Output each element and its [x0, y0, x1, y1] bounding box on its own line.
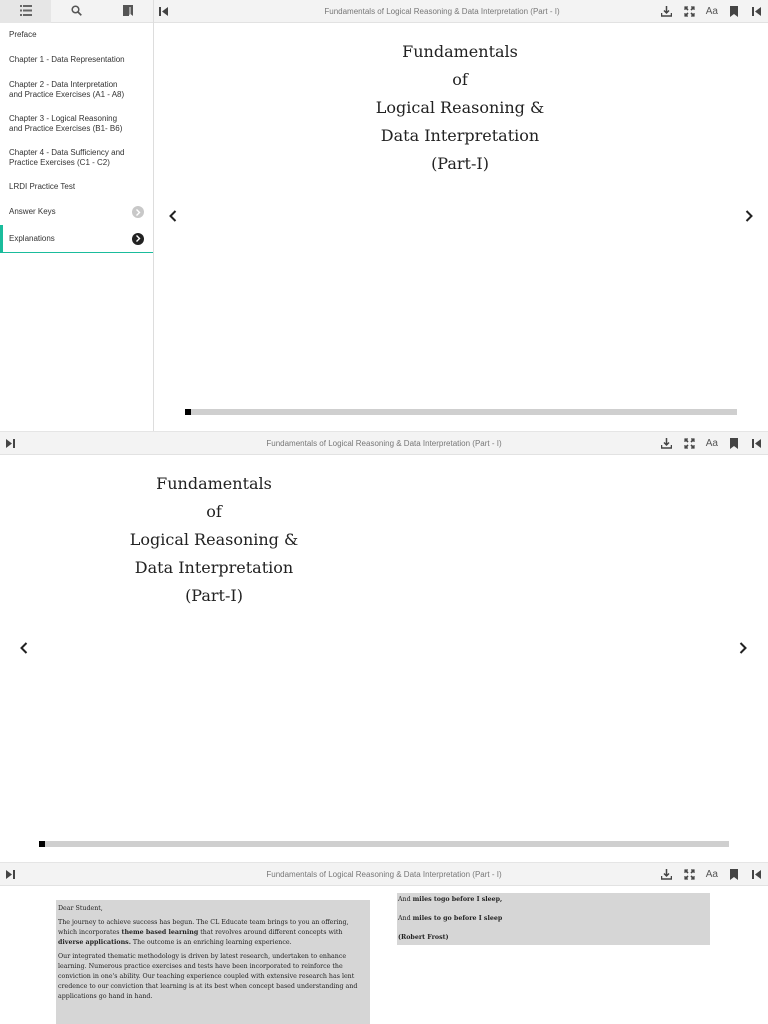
- toc-item-chapter-2[interactable]: Chapter 2 - Data Interpretation and Prac…: [0, 72, 153, 107]
- bookmark-icon: [122, 3, 133, 21]
- reader-view-preface: Fundamentals of Logical Reasoning & Data…: [0, 862, 768, 1024]
- reading-progress-bar[interactable]: [185, 409, 737, 415]
- download-icon[interactable]: [660, 5, 674, 19]
- toc-item-chapter-1[interactable]: Chapter 1 - Data Representation: [0, 47, 153, 72]
- letter-paragraph-2: Our integrated thematic methodology is d…: [58, 953, 358, 1000]
- chevron-left-icon: [20, 642, 28, 654]
- book-title: Fundamentals of Logical Reasoning & Data…: [324, 7, 560, 16]
- toc-item-label: Preface: [9, 30, 37, 39]
- sidebar-tabs: [0, 0, 153, 23]
- toolbar-actions: Aa: [660, 863, 764, 886]
- list-icon: [19, 3, 32, 21]
- chevron-right-icon: [739, 642, 747, 654]
- letter-text: The outcome is an enriching learning exp…: [130, 939, 292, 946]
- poem-emphasis: miles togo before I sleep,: [412, 896, 503, 903]
- toc-item-label: Answer Keys: [9, 207, 56, 216]
- cover-line: Fundamentals: [402, 42, 518, 61]
- poem-text: And: [398, 896, 413, 903]
- toc-item-explanations[interactable]: Explanations: [0, 225, 153, 253]
- tab-bookmarks[interactable]: [102, 0, 153, 23]
- font-size-icon[interactable]: Aa: [706, 437, 718, 451]
- toc-item-label: LRDI Practice Test: [9, 182, 76, 191]
- book-title: Fundamentals of Logical Reasoning & Data…: [266, 870, 502, 879]
- next-page-button[interactable]: [735, 638, 751, 658]
- cover-line: Data Interpretation: [134, 558, 294, 577]
- cover-line: of: [206, 502, 222, 521]
- letter-greeting: Dear Student,: [58, 905, 103, 912]
- next-page-button[interactable]: [741, 206, 757, 226]
- toc-item-label: Explanations: [9, 233, 55, 243]
- cover-line: Logical Reasoning &: [129, 530, 299, 549]
- fullscreen-icon[interactable]: [683, 437, 697, 451]
- font-size-icon[interactable]: Aa: [706, 868, 718, 882]
- skip-back-icon[interactable]: [157, 4, 171, 18]
- prev-page-button[interactable]: [16, 638, 32, 658]
- cover-line: (Part-I): [431, 154, 489, 173]
- letter-emphasis: diverse applications.: [58, 939, 131, 946]
- progress-handle[interactable]: [185, 409, 191, 415]
- toc-item-practice-test[interactable]: LRDI Practice Test: [0, 175, 153, 199]
- skip-back-icon[interactable]: [750, 868, 764, 882]
- chapter-list: Preface Chapter 1 - Data Representation …: [0, 23, 153, 253]
- reader-toolbar: Fundamentals of Logical Reasoning & Data…: [0, 863, 768, 886]
- toc-item-answer-keys[interactable]: Answer Keys: [0, 199, 153, 225]
- toc-item-label: Chapter 3 - Logical Reasoning and Practi…: [9, 114, 123, 133]
- tab-search[interactable]: [51, 0, 102, 23]
- cover-line: (Part-I): [185, 586, 243, 605]
- toc-item-chapter-4[interactable]: Chapter 4 - Data Sufficiency and Practic…: [0, 141, 153, 175]
- skip-forward-icon[interactable]: [3, 867, 17, 881]
- fullscreen-icon[interactable]: [683, 5, 697, 19]
- tab-toc[interactable]: [0, 0, 51, 23]
- skip-back-icon[interactable]: [750, 437, 764, 451]
- download-icon[interactable]: [660, 437, 674, 451]
- chevron-right-icon[interactable]: [132, 232, 144, 245]
- cover-title: Fundamentals of Logical Reasoning & Data…: [360, 38, 560, 178]
- cover-title: Fundamentals of Logical Reasoning & Data…: [114, 470, 314, 610]
- letter-emphasis: theme based learning: [121, 929, 199, 936]
- toc-item-label: Chapter 1 - Data Representation: [9, 54, 125, 64]
- bookmark-icon[interactable]: [727, 437, 741, 451]
- letter-paragraph-1: The journey to achieve success has begun…: [58, 918, 368, 948]
- progress-handle[interactable]: [39, 841, 45, 847]
- chevron-left-icon: [169, 210, 177, 222]
- bookmark-icon[interactable]: [727, 868, 741, 882]
- download-icon[interactable]: [660, 868, 674, 882]
- skip-back-icon[interactable]: [750, 5, 764, 19]
- prev-page-button[interactable]: [165, 206, 181, 226]
- reader-view-with-toc: Preface Chapter 1 - Data Representation …: [0, 0, 768, 431]
- toc-item-label: Chapter 2 - Data Interpretation and Prac…: [9, 79, 125, 99]
- reader-view-single-page: Fundamentals of Logical Reasoning & Data…: [0, 431, 768, 862]
- cover-line: Logical Reasoning &: [375, 98, 545, 117]
- toolbar-actions: Aa: [660, 432, 764, 455]
- toc-item-preface[interactable]: Preface: [0, 23, 153, 47]
- poem-line: And miles togo before I sleep,: [398, 895, 709, 905]
- chevron-right-icon: [745, 210, 753, 222]
- toolbar-actions: Aa: [660, 0, 764, 23]
- poem-emphasis: miles to go before I sleep: [412, 915, 503, 922]
- toc-item-chapter-3[interactable]: Chapter 3 - Logical Reasoning and Practi…: [0, 107, 153, 141]
- chevron-right-icon[interactable]: [132, 206, 144, 218]
- reader-toolbar: Fundamentals of Logical Reasoning & Data…: [0, 432, 768, 455]
- skip-forward-icon[interactable]: [3, 436, 17, 450]
- poem-author-name: (Robert Frost): [398, 934, 449, 941]
- poem-quote: And miles togo before I sleep, And miles…: [397, 893, 710, 945]
- book-title: Fundamentals of Logical Reasoning & Data…: [266, 439, 502, 448]
- reading-progress-bar[interactable]: [39, 841, 729, 847]
- cover-line: of: [452, 70, 468, 89]
- cover-line: Fundamentals: [156, 474, 272, 493]
- cover-line: Data Interpretation: [380, 126, 540, 145]
- bookmark-icon[interactable]: [727, 5, 741, 19]
- poem-author: (Robert Frost): [398, 933, 709, 943]
- reader-toolbar: Fundamentals of Logical Reasoning & Data…: [154, 0, 768, 23]
- letter-text: that revolves around different concepts …: [198, 929, 343, 936]
- toc-item-label: Chapter 4 - Data Sufficiency and Practic…: [9, 148, 125, 167]
- search-icon: [71, 3, 82, 21]
- fullscreen-icon[interactable]: [683, 868, 697, 882]
- poem-line: And miles to go before I sleep: [398, 914, 709, 924]
- poem-text: And: [398, 915, 413, 922]
- table-of-contents-sidebar: Preface Chapter 1 - Data Representation …: [0, 0, 154, 431]
- preface-letter: Dear Student, The journey to achieve suc…: [56, 900, 370, 1024]
- font-size-icon[interactable]: Aa: [706, 5, 718, 19]
